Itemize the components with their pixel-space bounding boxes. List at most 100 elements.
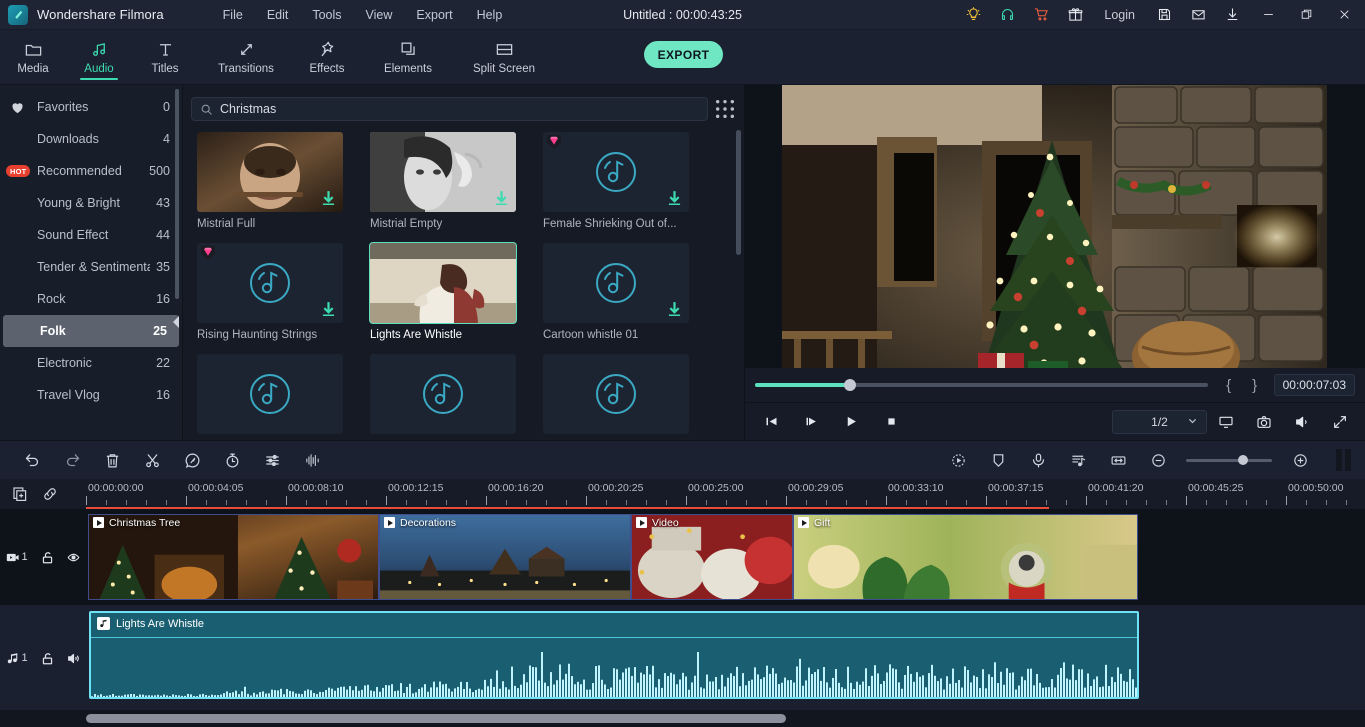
download-icon[interactable] — [1215, 0, 1249, 30]
step-back-icon[interactable] — [751, 403, 791, 441]
delete-icon[interactable] — [92, 441, 132, 479]
unlocked-icon[interactable] — [41, 551, 54, 564]
media-card[interactable]: Cartoon whistle 01 — [543, 243, 689, 341]
video-track-body[interactable]: Christmas Tree Decorations Video Gift — [86, 509, 1365, 605]
menu-help[interactable]: Help — [466, 4, 514, 26]
audio-mixer-icon[interactable] — [292, 441, 332, 479]
mark-out-button[interactable]: } — [1242, 377, 1268, 394]
play-icon[interactable] — [831, 403, 871, 441]
timeline-ruler[interactable]: 00:00:00:00 00:00:04:05 00:00:08:10 00:0… — [86, 479, 1365, 509]
media-card[interactable] — [197, 354, 343, 440]
gift-icon[interactable] — [1058, 0, 1092, 30]
render-bars-icon[interactable] — [1336, 449, 1351, 471]
media-scrollbar[interactable] — [736, 130, 741, 255]
split-scissors-icon[interactable] — [132, 441, 172, 479]
tab-media[interactable]: Media — [0, 30, 66, 84]
zoom-slider-handle[interactable] — [1237, 455, 1248, 465]
tab-effects[interactable]: Effects — [294, 30, 360, 84]
sidebar-item-young-bright[interactable]: Young & Bright 43 — [0, 187, 182, 219]
horizontal-scrollbar[interactable] — [86, 714, 786, 723]
download-icon[interactable] — [322, 191, 335, 206]
marker-icon[interactable] — [978, 441, 1018, 479]
sidebar-scrollbar[interactable] — [175, 89, 179, 299]
sidebar-item-rock[interactable]: Rock 16 — [0, 283, 182, 315]
sidebar-item-electronic[interactable]: Electronic 22 — [0, 347, 182, 379]
redo-icon[interactable] — [52, 441, 92, 479]
eye-icon[interactable] — [67, 551, 80, 564]
step-forward-icon[interactable] — [791, 403, 831, 441]
media-card-selected[interactable]: Lights Are Whistle — [369, 242, 517, 341]
media-card[interactable]: Mistrial Full — [197, 132, 343, 230]
sidebar-item-travel-vlog[interactable]: Travel Vlog 16 — [0, 379, 182, 411]
audio-volume-line[interactable] — [91, 637, 1137, 638]
seek-slider[interactable] — [755, 379, 1208, 391]
login-button[interactable]: Login — [1092, 8, 1147, 22]
export-button[interactable]: EXPORT — [644, 41, 723, 68]
stop-icon[interactable] — [871, 403, 911, 441]
audio-track-body[interactable]: Lights Are Whistle — [86, 605, 1365, 711]
mail-icon[interactable] — [1181, 0, 1215, 30]
menu-view[interactable]: View — [355, 4, 404, 26]
tab-titles[interactable]: Titles — [132, 30, 198, 84]
media-card[interactable] — [543, 354, 689, 440]
menu-tools[interactable]: Tools — [301, 4, 352, 26]
tab-split-screen[interactable]: Split Screen — [456, 30, 552, 84]
tab-elements[interactable]: Elements — [360, 30, 456, 84]
download-icon[interactable] — [322, 302, 335, 317]
media-card[interactable]: Mistrial Empty — [370, 132, 516, 230]
timeline-clip[interactable]: Decorations — [379, 514, 631, 600]
sidebar-item-favorites[interactable]: Favorites 0 — [0, 91, 182, 123]
close-icon[interactable] — [1325, 0, 1363, 30]
voiceover-icon[interactable] — [1018, 441, 1058, 479]
zoom-in-icon[interactable] — [1280, 441, 1320, 479]
timeline-clip[interactable]: Gift — [793, 514, 1138, 600]
sidebar-item-recommended[interactable]: HOT Recommended 500 — [0, 155, 182, 187]
seek-handle[interactable] — [844, 379, 857, 391]
speaker-icon[interactable] — [67, 652, 80, 665]
quality-select[interactable]: 1/2 — [1112, 409, 1207, 434]
add-track-icon[interactable] — [12, 486, 28, 502]
timeline-clip[interactable]: Video — [631, 514, 793, 600]
grid-view-icon[interactable] — [714, 98, 736, 120]
restore-icon[interactable] — [1287, 0, 1325, 30]
cart-icon[interactable] — [1024, 0, 1058, 30]
timeline-clip[interactable]: Christmas Tree — [88, 514, 379, 600]
fullscreen-icon[interactable] — [1321, 403, 1359, 441]
volume-icon[interactable] — [1283, 403, 1321, 441]
audio-clip[interactable]: Lights Are Whistle — [89, 611, 1139, 699]
speed-icon[interactable] — [172, 441, 212, 479]
keyframe-icon[interactable] — [938, 441, 978, 479]
search-input[interactable] — [220, 102, 699, 116]
undo-icon[interactable] — [12, 441, 52, 479]
headset-icon[interactable] — [990, 0, 1024, 30]
menu-file[interactable]: File — [212, 4, 254, 26]
zoom-slider[interactable] — [1186, 455, 1272, 465]
audio-detach-icon[interactable] — [1058, 441, 1098, 479]
media-card[interactable]: Female Shrieking Out of... — [543, 132, 689, 230]
sidebar-item-folk[interactable]: Folk 25 — [3, 315, 179, 347]
timer-icon[interactable] — [212, 441, 252, 479]
menu-edit[interactable]: Edit — [256, 4, 300, 26]
download-icon[interactable] — [668, 191, 681, 206]
minimize-icon[interactable] — [1249, 0, 1287, 30]
download-icon[interactable] — [668, 302, 681, 317]
tab-transitions[interactable]: Transitions — [198, 30, 294, 84]
media-card[interactable] — [370, 354, 516, 440]
fit-to-timeline-icon[interactable] — [1098, 441, 1138, 479]
media-card[interactable]: Rising Haunting Strings — [197, 243, 343, 341]
sidebar-item-tender-sentimental[interactable]: Tender & Sentimental 35 — [0, 251, 182, 283]
unlocked-icon[interactable] — [41, 652, 54, 665]
display-icon[interactable] — [1207, 403, 1245, 441]
sidebar-item-sound-effect[interactable]: Sound Effect 44 — [0, 219, 182, 251]
link-icon[interactable] — [42, 486, 58, 502]
mark-in-button[interactable]: { — [1216, 377, 1242, 394]
snapshot-icon[interactable] — [1245, 403, 1283, 441]
save-icon[interactable] — [1147, 0, 1181, 30]
sidebar-item-downloads[interactable]: Downloads 4 — [0, 123, 182, 155]
color-adjust-icon[interactable] — [252, 441, 292, 479]
zoom-out-icon[interactable] — [1138, 441, 1178, 479]
search-box[interactable] — [191, 97, 708, 121]
collapse-panel-icon[interactable] — [170, 313, 182, 331]
bulb-icon[interactable] — [956, 0, 990, 30]
download-icon[interactable] — [495, 191, 508, 206]
